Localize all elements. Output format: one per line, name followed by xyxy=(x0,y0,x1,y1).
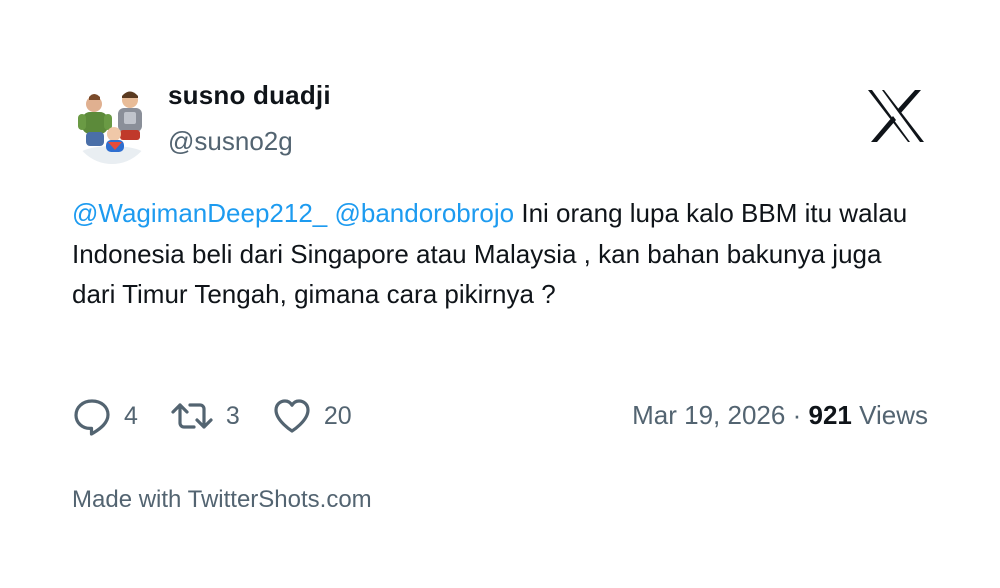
retweet-count: 3 xyxy=(225,401,240,430)
footer-credit: Made with TwitterShots.com xyxy=(72,486,372,513)
like-count: 20 xyxy=(323,401,352,430)
tweet-card: susno duadji @susno2g @WagimanDeep212_ @… xyxy=(0,0,1000,588)
tweet-text: @WagimanDeep212_ @bandorobrojo Ini orang… xyxy=(72,193,932,315)
views-count: 921 xyxy=(808,400,852,430)
tweet-meta: Mar 19, 2026 · 921 Views xyxy=(632,400,928,431)
action-bar: 4 3 20 xyxy=(72,394,384,438)
display-name[interactable]: susno duadji xyxy=(168,80,331,111)
meta-separator: · xyxy=(792,400,802,430)
avatar[interactable] xyxy=(72,84,152,164)
views-label: Views xyxy=(859,400,928,430)
reply-button[interactable]: 4 xyxy=(72,396,138,436)
user-handle[interactable]: @susno2g xyxy=(168,126,293,157)
retweet-icon xyxy=(170,396,214,436)
like-button[interactable]: 20 xyxy=(272,396,352,436)
retweet-button[interactable]: 3 xyxy=(170,396,240,436)
mention-link[interactable]: @bandorobrojo xyxy=(334,198,514,228)
reply-icon xyxy=(72,396,112,436)
reply-count: 4 xyxy=(124,401,138,430)
avatar-image xyxy=(72,84,152,164)
x-logo-icon xyxy=(868,90,924,142)
heart-icon xyxy=(272,396,312,436)
tweet-date[interactable]: Mar 19, 2026 xyxy=(632,400,785,430)
mention-link[interactable]: @WagimanDeep212_ xyxy=(72,198,327,228)
